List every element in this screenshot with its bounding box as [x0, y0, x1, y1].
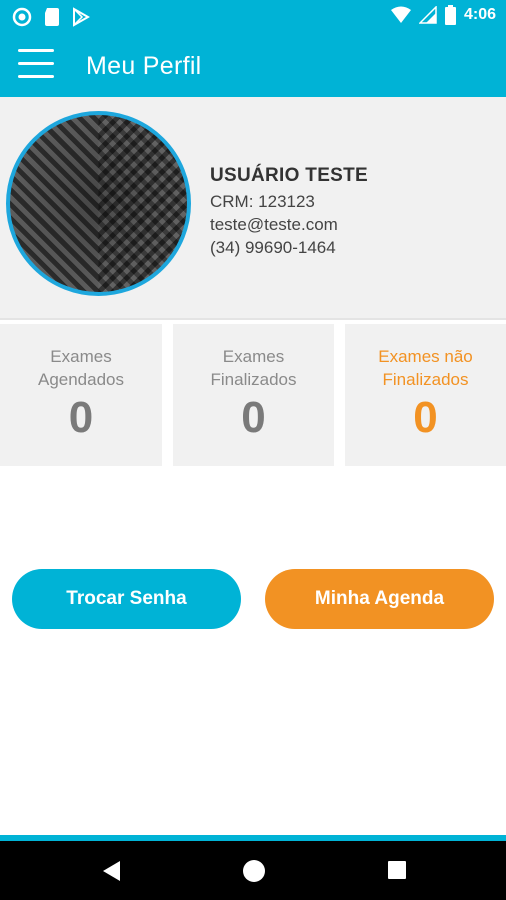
stat-card-finished[interactable]: Exames Finalizados 0 — [173, 324, 334, 466]
stat-label-line1: Exames — [50, 347, 112, 366]
circle-notification-icon — [12, 7, 32, 27]
play-store-icon — [73, 7, 90, 27]
change-password-button[interactable]: Trocar Senha — [12, 569, 241, 629]
my-schedule-button[interactable]: Minha Agenda — [265, 569, 494, 629]
stat-label-line1: Exames não — [378, 347, 473, 366]
stat-label-line2: Finalizados — [382, 370, 469, 389]
status-time: 4:06 — [463, 6, 496, 23]
user-phone: (34) 99690-1464 — [210, 238, 336, 257]
stat-label: Exames Agendados — [0, 345, 162, 391]
battery-icon — [444, 5, 456, 25]
stat-card-not-finished[interactable]: Exames não Finalizados 0 — [345, 324, 506, 466]
stat-value: 0 — [413, 393, 438, 442]
avatar — [6, 111, 191, 296]
stat-label-line2: Agendados — [37, 370, 125, 389]
stat-label-line2: Finalizados — [210, 370, 297, 389]
page-title: Meu Perfil — [86, 52, 202, 80]
home-icon[interactable] — [242, 859, 266, 883]
hamburger-menu-icon[interactable] — [18, 49, 54, 81]
user-name: USUÁRIO TESTE — [210, 165, 369, 186]
stat-card-scheduled[interactable]: Exames Agendados 0 — [0, 324, 162, 466]
stat-value: 0 — [68, 393, 94, 442]
status-bar-right: 4:06 — [390, 5, 496, 25]
app-bar: Meu Perfil — [0, 33, 506, 97]
system-nav-bar — [0, 841, 506, 900]
recents-icon[interactable] — [387, 859, 407, 881]
stat-value: 0 — [241, 393, 266, 442]
profile-header: USUÁRIO TESTE CRM: 123123 teste@teste.co… — [0, 97, 506, 320]
status-bar: 4:06 — [0, 0, 506, 33]
back-icon[interactable] — [100, 859, 122, 883]
user-crm: CRM: 123123 — [210, 192, 315, 211]
user-info: USUÁRIO TESTE CRM: 123123 teste@teste.co… — [210, 165, 368, 259]
status-bar-left — [12, 7, 90, 27]
stat-label: Exames não Finalizados — [345, 345, 506, 391]
sd-card-icon — [45, 8, 59, 26]
exam-stats: Exames Agendados 0 Exames Finalizados 0 … — [0, 324, 506, 466]
user-email: teste@teste.com — [210, 215, 338, 234]
stat-label-line1: Exames — [222, 347, 285, 366]
stat-label: Exames Finalizados — [173, 345, 334, 391]
signal-icon — [418, 6, 437, 24]
wifi-icon — [390, 6, 411, 23]
